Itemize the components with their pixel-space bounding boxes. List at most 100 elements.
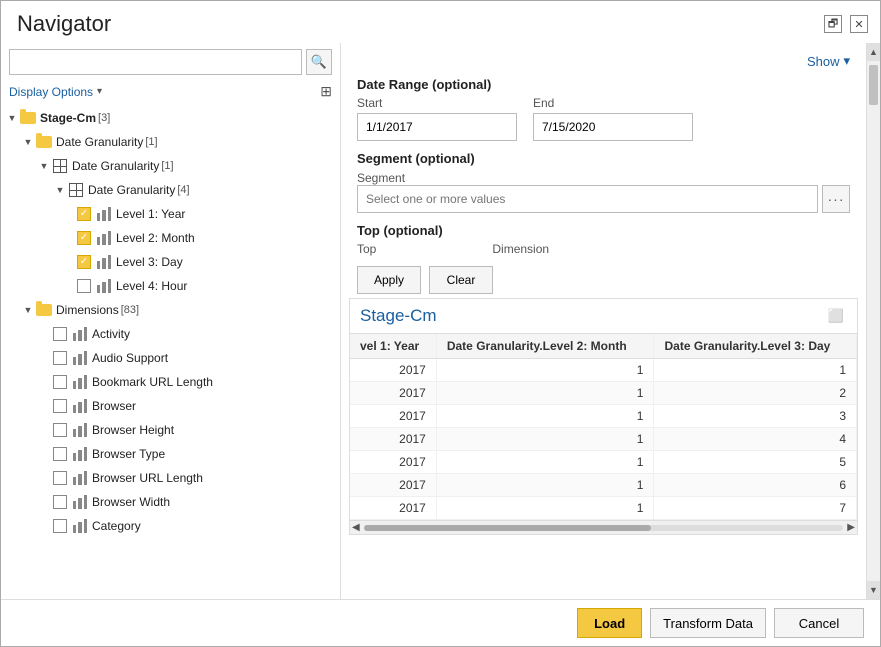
arrow-dg1: ▼ <box>21 137 35 147</box>
data-header: Stage-Cm ⬜ <box>350 299 857 334</box>
tree-item-level-year[interactable]: ✓ Level 1: Year <box>1 202 340 226</box>
close-button[interactable]: ✕ <box>850 15 868 33</box>
label-stage-cm: Stage-Cm <box>40 111 96 125</box>
arrow-dg3: ▼ <box>53 185 67 195</box>
checkbox-browser[interactable] <box>53 399 67 413</box>
label-dimensions: Dimensions <box>56 303 119 317</box>
segment-input[interactable] <box>357 185 818 213</box>
segment-title: Segment (optional) <box>357 151 850 166</box>
right-top: Show ▾ Date Range (optional) Start <box>341 43 866 294</box>
tree-item-bookmark-url-length[interactable]: Bookmark URL Length <box>1 370 340 394</box>
cell-month-4: 1 <box>436 428 654 451</box>
label-browser-type: Browser Type <box>92 447 165 461</box>
tree-item-level-day[interactable]: ✓ Level 3: Day <box>1 250 340 274</box>
label-browser-url-length: Browser URL Length <box>92 471 203 485</box>
end-input[interactable] <box>533 113 693 141</box>
folder-icon-dimensions <box>35 301 53 319</box>
checkbox-level-day[interactable]: ✓ <box>77 255 91 269</box>
col-icon-month <box>95 229 113 247</box>
cell-day-6: 6 <box>654 474 857 497</box>
cancel-button[interactable]: Cancel <box>774 608 864 638</box>
cell-month-3: 1 <box>436 405 654 428</box>
cell-year-1: 2017 <box>350 359 436 382</box>
tree-item-stage-cm[interactable]: ▼ Stage-Cm [3] <box>1 106 340 130</box>
tree-area: ▼ Stage-Cm [3] ▼ Date Granularity [1] <box>1 104 340 599</box>
transform-button[interactable]: Transform Data <box>650 608 766 638</box>
checkbox-browser-type[interactable] <box>53 447 67 461</box>
start-input[interactable] <box>357 113 517 141</box>
show-arrow: ▾ <box>843 53 850 69</box>
clear-button[interactable]: Clear <box>429 266 493 294</box>
tree-item-browser-width[interactable]: Browser Width <box>1 490 340 514</box>
top-title: Top (optional) <box>357 223 850 238</box>
checkbox-level-hour[interactable] <box>77 279 91 293</box>
apply-button[interactable]: Apply <box>357 266 421 294</box>
col-icon-browser <box>71 397 89 415</box>
tree-item-browser-url-length[interactable]: Browser URL Length <box>1 466 340 490</box>
checkbox-category[interactable] <box>53 519 67 533</box>
top-group: Top (optional) Top Dimension <box>357 223 850 256</box>
cell-year-4: 2017 <box>350 428 436 451</box>
label-level-year: Level 1: Year <box>116 207 185 221</box>
data-area: Stage-Cm ⬜ vel 1: Year Date Granularity.… <box>349 298 858 535</box>
label-browser: Browser <box>92 399 136 413</box>
arrow-stage-cm: ▼ <box>5 113 19 123</box>
folder-icon-dg1 <box>35 133 53 151</box>
cell-day-2: 2 <box>654 382 857 405</box>
start-field: Start <box>357 96 517 141</box>
tree-item-dg2[interactable]: ▼ Date Granularity [1] <box>1 154 340 178</box>
tree-item-browser-height[interactable]: Browser Height <box>1 418 340 442</box>
checkbox-browser-height[interactable] <box>53 423 67 437</box>
label-browser-height: Browser Height <box>92 423 174 437</box>
tree-item-dg1[interactable]: ▼ Date Granularity [1] <box>1 130 340 154</box>
vscroll-down[interactable]: ▼ <box>867 581 880 599</box>
tree-item-level-month[interactable]: ✓ Level 2: Month <box>1 226 340 250</box>
tree-item-level-hour[interactable]: Level 4: Hour <box>1 274 340 298</box>
cell-year-7: 2017 <box>350 497 436 520</box>
search-icon: 🔍 <box>311 54 327 70</box>
badge-dg1: [1] <box>145 136 157 148</box>
tree-item-category[interactable]: Category <box>1 514 340 538</box>
settings-icon: ⊞ <box>320 83 332 100</box>
col-icon-activity <box>71 325 89 343</box>
date-range-title: Date Range (optional) <box>357 77 850 92</box>
checkbox-level-year[interactable]: ✓ <box>77 207 91 221</box>
checkbox-level-month[interactable]: ✓ <box>77 231 91 245</box>
hscroll-thumb <box>364 525 652 531</box>
checkbox-activity[interactable] <box>53 327 67 341</box>
h-scrollbar: ◀ ▶ <box>350 520 857 534</box>
cell-month-2: 1 <box>436 382 654 405</box>
search-input[interactable] <box>9 49 302 75</box>
display-options-button[interactable]: Display Options ▾ <box>9 85 102 99</box>
table-icon-dg2 <box>51 157 69 175</box>
checkbox-browser-url-length[interactable] <box>53 471 67 485</box>
label-bookmark-url-length: Bookmark URL Length <box>92 375 213 389</box>
hscroll-right-icon[interactable]: ▶ <box>847 522 855 533</box>
vscroll-track <box>867 61 880 581</box>
vscroll-up[interactable]: ▲ <box>867 43 880 61</box>
table-icon-dg3 <box>67 181 85 199</box>
checkbox-browser-width[interactable] <box>53 495 67 509</box>
checkbox-bookmark-url-length[interactable] <box>53 375 67 389</box>
table-row: 201711 <box>350 359 857 382</box>
tree-item-dg3[interactable]: ▼ Date Granularity [4] <box>1 178 340 202</box>
hscroll-left-icon[interactable]: ◀ <box>352 522 360 533</box>
checkbox-audio-support[interactable] <box>53 351 67 365</box>
restore-button[interactable]: 🗗 <box>824 15 842 33</box>
show-button[interactable]: Show ▾ <box>807 53 850 69</box>
load-button[interactable]: Load <box>577 608 642 638</box>
tree-item-browser-type[interactable]: Browser Type <box>1 442 340 466</box>
right-panel-wrapper: Show ▾ Date Range (optional) Start <box>341 43 880 599</box>
export-icon[interactable]: ⬜ <box>825 305 847 327</box>
search-button[interactable]: 🔍 <box>306 49 332 75</box>
tree-item-dimensions[interactable]: ▼ Dimensions [83] <box>1 298 340 322</box>
cell-day-7: 7 <box>654 497 857 520</box>
cell-month-6: 1 <box>436 474 654 497</box>
navigator-dialog: Navigator 🗗 ✕ 🔍 Display Options ▾ ⊞ <box>0 0 881 647</box>
tree-item-browser[interactable]: Browser <box>1 394 340 418</box>
tree-item-audio-support[interactable]: Audio Support <box>1 346 340 370</box>
buttons-row: Apply Clear <box>357 266 850 294</box>
table-header-row: vel 1: Year Date Granularity.Level 2: Mo… <box>350 334 857 359</box>
dots-button[interactable]: ··· <box>822 185 850 213</box>
tree-item-activity[interactable]: Activity <box>1 322 340 346</box>
